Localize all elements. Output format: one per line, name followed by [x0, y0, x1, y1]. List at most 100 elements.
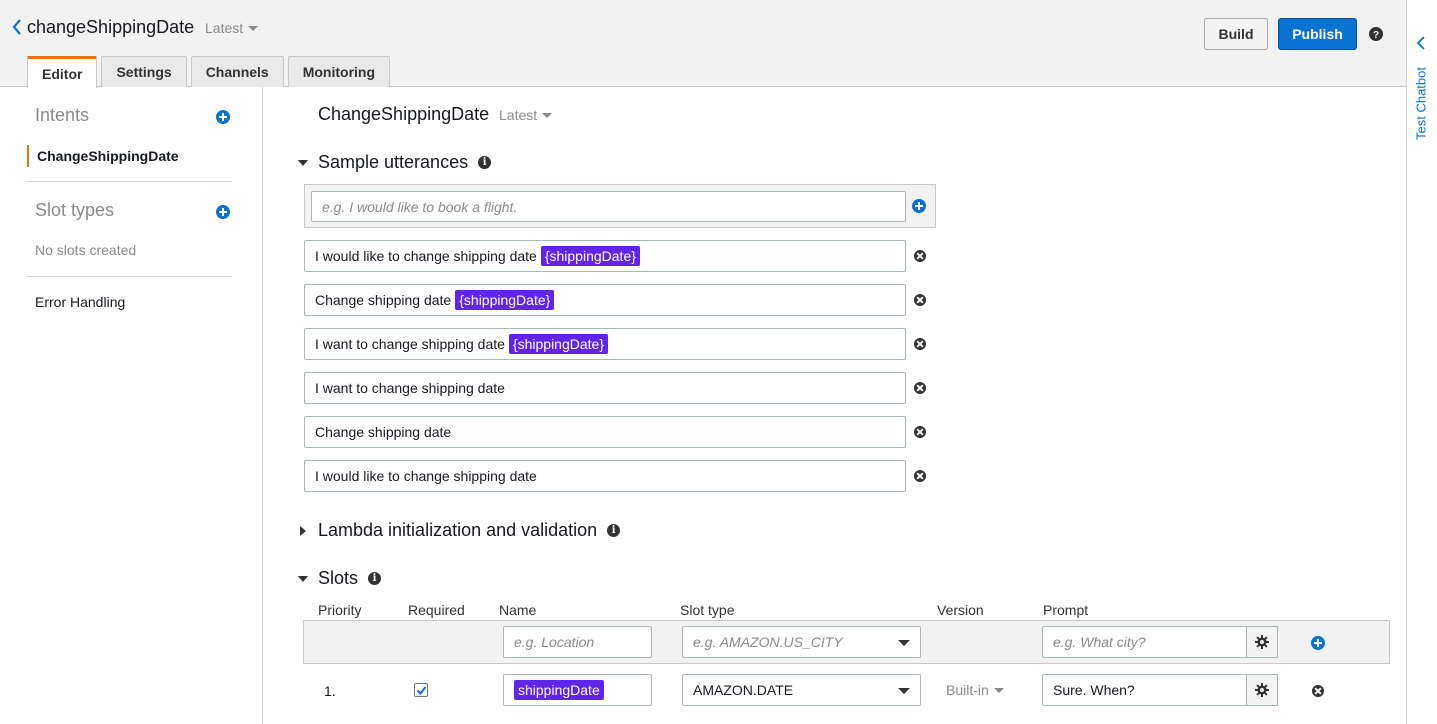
publish-button[interactable]: Publish	[1278, 18, 1357, 50]
utterance-row[interactable]: I want to change shipping date	[304, 372, 906, 404]
slot-chip[interactable]: {shippingDate}	[540, 246, 640, 266]
bot-version-label: Latest	[205, 20, 244, 36]
slot-version-value: Built-in	[946, 682, 989, 698]
prompt-settings-button[interactable]	[1246, 626, 1278, 658]
remove-slot-icon[interactable]	[1312, 685, 1324, 697]
gear-icon	[1255, 635, 1269, 649]
remove-utterance-icon[interactable]	[914, 470, 926, 482]
slot-name-input[interactable]: shippingDate	[503, 674, 652, 706]
add-slot-icon[interactable]	[1311, 636, 1325, 650]
utterance-text: Change shipping date	[315, 424, 452, 440]
remove-utterance-icon[interactable]	[914, 338, 926, 350]
utterance-row[interactable]: I would like to change shipping date	[304, 460, 906, 492]
chevron-down-icon	[993, 687, 1004, 693]
bot-version-dropdown[interactable]: Latest	[205, 20, 259, 36]
bot-title: changeShippingDate	[27, 17, 195, 37]
top-header: changeShippingDate Latest Build Publish …	[0, 0, 1406, 88]
utterance-text: I want to change shipping date	[315, 336, 505, 352]
slots-title: Slots	[318, 568, 359, 588]
add-utterance-icon[interactable]	[912, 199, 926, 213]
chevron-down-icon	[898, 688, 910, 694]
chevron-down-icon	[898, 640, 910, 646]
no-slots-text: No slots created	[35, 242, 137, 258]
slot-prompt-value: Sure. When?	[1053, 682, 1135, 698]
help-icon[interactable]: ?	[1369, 27, 1383, 41]
slot-required-checkbox[interactable]	[414, 683, 428, 697]
intents-heading: Intents	[35, 105, 90, 125]
slot-version-dropdown[interactable]: Built-in	[946, 682, 1004, 698]
svg-text:?: ?	[1373, 30, 1379, 41]
slot-types-heading: Slot types	[35, 200, 115, 220]
utterance-text: Change shipping date	[315, 292, 452, 308]
divider	[27, 276, 232, 277]
build-button[interactable]: Build	[1204, 18, 1268, 50]
column-header-name: Name	[499, 602, 537, 618]
column-header-required: Required	[408, 602, 465, 618]
utterance-row[interactable]: I would like to change shipping date {sh…	[304, 240, 906, 272]
collapse-triangle-icon	[298, 575, 308, 582]
add-intent-icon[interactable]	[216, 110, 230, 124]
info-icon[interactable]: i	[607, 524, 621, 537]
utterance-row[interactable]: Change shipping date {shippingDate}	[304, 284, 906, 316]
chevron-down-icon	[542, 112, 553, 118]
sidebar: Intents ChangeShippingDate Slot types No…	[0, 87, 263, 724]
column-header-prompt: Prompt	[1043, 602, 1089, 618]
collapse-triangle-icon	[298, 159, 308, 166]
slot-chip[interactable]: {shippingDate}	[455, 290, 555, 310]
sample-utterances-header[interactable]: Sample utterances i	[298, 152, 492, 173]
slot-type-select[interactable]: AMAZON.DATE	[682, 674, 921, 706]
new-slot-name-placeholder: e.g. Location	[514, 634, 595, 650]
intent-version-dropdown[interactable]: Latest	[499, 107, 553, 123]
new-slot-type-select[interactable]: e.g. AMAZON.US_CITY	[682, 626, 921, 658]
test-chatbot-label: Test Chatbot	[1413, 67, 1429, 140]
lambda-title: Lambda initialization and validation	[318, 520, 598, 540]
new-utterance-input[interactable]: e.g. I would like to book a flight.	[311, 191, 906, 222]
tab-channels[interactable]: Channels	[190, 56, 284, 87]
add-slot-type-icon[interactable]	[216, 205, 230, 219]
utterance-text: I would like to change shipping date	[315, 248, 537, 264]
tab-editor[interactable]: Editor	[27, 56, 98, 88]
utterance-row[interactable]: I want to change shipping date {shipping…	[304, 328, 906, 360]
new-slot-prompt-placeholder: e.g. What city?	[1053, 634, 1146, 650]
column-header-version: Version	[937, 602, 984, 618]
intent-version-label: Latest	[499, 107, 538, 123]
test-chatbot-toggle[interactable]: Test Chatbot	[1411, 66, 1433, 146]
new-utterance-placeholder: e.g. I would like to book a flight.	[322, 198, 518, 215]
slot-chip[interactable]: {shippingDate}	[508, 334, 608, 354]
back-chevron-icon[interactable]	[10, 16, 24, 38]
utterance-text: I would like to change shipping date	[315, 468, 537, 484]
utterance-row[interactable]: Change shipping date	[304, 416, 906, 448]
slot-prompt-input[interactable]: Sure. When?	[1042, 674, 1247, 706]
remove-utterance-icon[interactable]	[914, 294, 926, 306]
tab-settings[interactable]: Settings	[101, 56, 187, 87]
chevron-left-icon[interactable]	[1416, 36, 1425, 53]
new-slot-prompt-input[interactable]: e.g. What city?	[1042, 626, 1247, 658]
new-slot-name-input[interactable]: e.g. Location	[503, 626, 652, 658]
new-slot-type-placeholder: e.g. AMAZON.US_CITY	[693, 634, 843, 650]
column-header-slot-type: Slot type	[680, 602, 735, 618]
utterance-text: I want to change shipping date	[315, 380, 505, 396]
sidebar-item-error-handling[interactable]: Error Handling	[35, 294, 125, 310]
tab-monitoring[interactable]: Monitoring	[287, 56, 391, 87]
slot-name-chip: shippingDate	[514, 680, 604, 700]
prompt-settings-button[interactable]	[1246, 674, 1278, 706]
tab-bar: Editor Settings Channels Monitoring	[27, 56, 391, 88]
new-utterance-row: e.g. I would like to book a flight.	[304, 184, 936, 228]
remove-utterance-icon[interactable]	[914, 382, 926, 394]
column-header-priority: Priority	[318, 602, 362, 618]
info-icon[interactable]: i	[368, 572, 382, 585]
info-icon[interactable]: i	[478, 156, 492, 169]
sidebar-item-intent[interactable]: ChangeShippingDate	[27, 145, 179, 167]
remove-utterance-icon[interactable]	[914, 426, 926, 438]
divider	[27, 181, 232, 182]
remove-utterance-icon[interactable]	[914, 250, 926, 262]
sample-utterances-title: Sample utterances	[318, 152, 469, 172]
test-chatbot-rail[interactable]: Test Chatbot	[1406, 0, 1437, 724]
expand-triangle-icon	[300, 525, 306, 536]
slots-section-header[interactable]: Slots i	[298, 568, 382, 589]
slot-priority: 1.	[324, 683, 336, 699]
lambda-section-header[interactable]: Lambda initialization and validation i	[298, 520, 621, 541]
gear-icon	[1255, 683, 1269, 697]
slot-type-value: AMAZON.DATE	[693, 682, 794, 698]
intent-title: ChangeShippingDate	[318, 104, 490, 124]
